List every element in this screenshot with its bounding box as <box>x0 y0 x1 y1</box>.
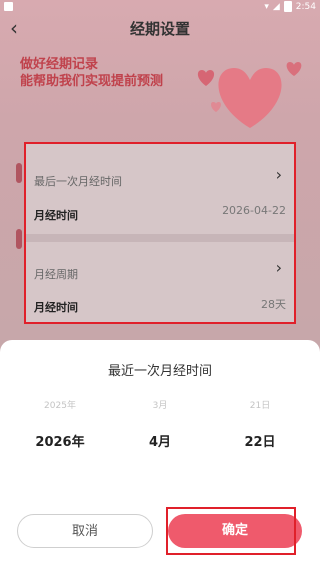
status-right: ▾ ◢ 2:54 <box>264 1 316 12</box>
year-prev: 2025年 <box>44 401 76 411</box>
confirm-button[interactable]: 确定 <box>168 514 302 548</box>
notification-icon <box>4 2 13 11</box>
month-selected: 4月 <box>148 435 172 450</box>
chevron-right-icon: › <box>275 258 282 277</box>
heart-small-right-icon <box>286 62 302 76</box>
row-marker-1 <box>16 163 22 183</box>
settings-card: 最后一次月经时间 › 月经时间 2026-04-22 月经周期 › 月经时间 2… <box>24 142 296 324</box>
page-title: 经期设置 <box>129 20 190 38</box>
year-selected: 2026年 <box>35 435 85 450</box>
cancel-button[interactable]: 取消 <box>17 514 153 548</box>
row-period-date: 月经时间 2026-04-22 <box>34 204 286 223</box>
banner-text: 做好经期记录 能帮助我们实现提前预测 <box>20 56 163 90</box>
chevron-right-icon: › <box>275 165 282 184</box>
year-picker[interactable]: 2025年 2026年 <box>10 398 110 450</box>
signal-icon: ◢ <box>272 1 280 12</box>
row-last-period[interactable]: 最后一次月经时间 › <box>34 165 286 189</box>
row-title: 月经周期 <box>34 268 78 281</box>
date-picker-sheet: 最近一次月经时间 2025年 2026年 3月 4月 21日 22日 取消 确定 <box>0 340 320 568</box>
month-prev: 3月 <box>152 401 168 411</box>
sheet-title: 最近一次月经时间 <box>107 364 212 379</box>
row-cycle-length: 月经时间 28天 <box>34 296 286 315</box>
day-selected: 22日 <box>244 435 276 450</box>
heart-small-left-icon <box>197 70 215 86</box>
row-marker-2 <box>16 229 22 249</box>
day-picker[interactable]: 21日 22日 <box>210 398 310 450</box>
wifi-icon: ▾ <box>264 1 269 12</box>
row-sub-label: 月经时间 <box>34 209 78 222</box>
heart-tiny-icon <box>211 102 221 112</box>
divider <box>24 234 296 242</box>
hearts-illustration <box>197 62 302 128</box>
row-value: 28天 <box>261 298 286 311</box>
status-time: 2:54 <box>295 1 316 12</box>
status-bar: ▾ ◢ 2:54 <box>0 0 320 14</box>
banner-line-1: 做好经期记录 <box>20 57 99 72</box>
month-picker[interactable]: 3月 4月 <box>110 398 210 450</box>
heart-large-icon <box>218 68 282 128</box>
row-value: 2026-04-22 <box>222 204 286 217</box>
day-prev: 21日 <box>249 401 271 411</box>
battery-icon <box>283 1 292 12</box>
row-title: 最后一次月经时间 <box>34 175 122 188</box>
banner-line-2: 能帮助我们实现提前预测 <box>20 74 164 89</box>
row-cycle[interactable]: 月经周期 › <box>34 258 286 282</box>
row-sub-label: 月经时间 <box>34 301 78 314</box>
header: ‹ 经期设置 <box>0 14 320 44</box>
